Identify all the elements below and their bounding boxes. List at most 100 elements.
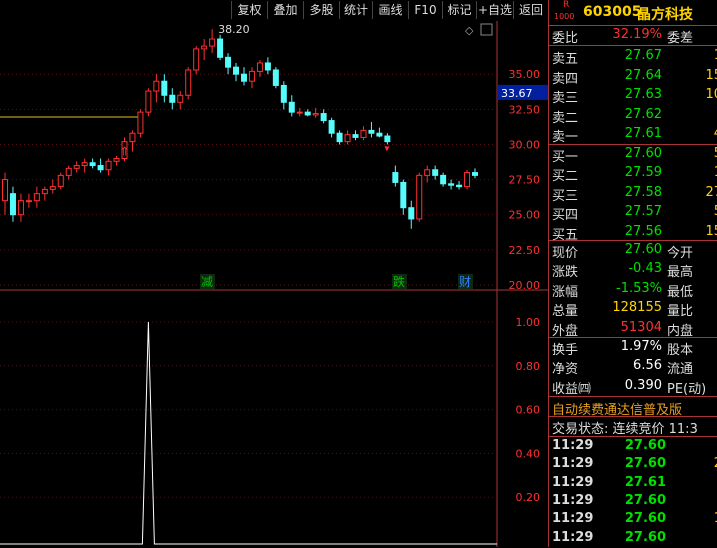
bid-row: 买二27.591 — [549, 164, 717, 184]
candle-body — [280, 84, 287, 103]
candle-body — [376, 132, 383, 137]
stat-label2: 最低 — [667, 284, 694, 300]
bid-row: 买五27.5615 — [549, 223, 717, 243]
candle-body — [408, 207, 415, 220]
candle-body — [185, 69, 192, 96]
candle-body — [464, 172, 471, 188]
fundamental-label: 收益㈣ — [552, 381, 592, 397]
toolbar: 复权 叠加 多股 统计 画线 F10 标记 +自选 返回 — [0, 0, 548, 21]
bid-row: 买三 27.58 27 — [549, 184, 717, 204]
candle-body — [217, 38, 224, 58]
ask-row: 卖五27.671 — [549, 47, 717, 67]
candle-body — [336, 132, 343, 143]
buy-arrow-icon: ⇑ — [119, 144, 129, 158]
stat-label: 外盘 — [552, 323, 579, 339]
stat-value: 51304 — [620, 319, 662, 335]
bid-volume: 15 — [705, 223, 717, 239]
candle-body — [368, 129, 375, 134]
candle-body — [432, 169, 439, 176]
candle-body — [49, 186, 56, 190]
fundamental-value: 1.97% — [620, 339, 662, 354]
restore-rights-button[interactable]: 复权 — [231, 1, 267, 19]
overlay-button[interactable]: 叠加 — [267, 1, 303, 19]
candle-body — [129, 132, 136, 143]
candle-body — [17, 200, 24, 216]
ask-price: 27.63 — [624, 87, 662, 103]
tick-price: 27.60 — [624, 438, 666, 453]
candle-body — [57, 174, 64, 188]
tick-time: 11:29 — [552, 438, 594, 453]
stat-label2: 最高 — [667, 265, 694, 281]
mark-button[interactable]: 标记 — [442, 1, 476, 19]
trade-status: 交易状态: 连续竞价 11:3 — [552, 422, 698, 437]
bid-label: 买一 — [552, 150, 579, 165]
tick-time: 11:29 — [552, 529, 594, 545]
bid-price: 27.56 — [624, 223, 662, 239]
statistics-button[interactable]: 统计 — [339, 1, 372, 19]
quote-panel: R 1000 603005 晶方科技 委比32.19%委差卖五27.671卖四2… — [548, 0, 717, 547]
candle-body — [472, 172, 478, 176]
weicha-label: 委差 — [667, 31, 694, 46]
event-marker-3: 财 — [459, 275, 471, 289]
candle-body — [81, 162, 88, 167]
candle-body — [105, 160, 112, 171]
fundamental-row: 收益㈣ 0.390 PE(动) — [549, 377, 717, 397]
price-axis-label: 32.50 — [509, 103, 541, 116]
stock-code: 603005 — [583, 4, 642, 20]
candle-body — [440, 174, 447, 185]
add-watchlist-button[interactable]: +自选 — [476, 1, 513, 19]
weibi-value: 32.19% — [612, 27, 662, 42]
tick-time: 11:29 — [552, 474, 594, 490]
candle-body — [416, 174, 423, 220]
ask-price: 27.64 — [624, 67, 662, 83]
draw-line-button[interactable]: 画线 — [372, 1, 408, 19]
tick-price: 27.60 — [624, 529, 666, 545]
stat-row: 涨幅 -1.53% 最低 — [549, 280, 717, 300]
candle-body — [320, 113, 327, 122]
candle-body — [177, 94, 184, 103]
candle-body — [296, 111, 303, 114]
fundamental-value: 6.56 — [633, 358, 662, 374]
indicator-axis-label: 0.40 — [516, 447, 541, 460]
promo-banner[interactable]: 自动续费通达信普及版 — [549, 398, 717, 418]
stat-label: 现价 — [552, 246, 579, 261]
candle-body — [360, 129, 367, 138]
stat-row: 外盘 51304 内盘 — [549, 319, 717, 339]
quote-header: R 1000 603005 晶方科技 — [549, 0, 717, 26]
candle-body — [89, 162, 96, 167]
tick-row: 11:29 27.60 — [549, 492, 717, 511]
tick-row: 11:29 27.61 — [549, 474, 717, 493]
stat-row: 现价 27.60 今开 — [549, 241, 717, 261]
tick-price: 27.61 — [624, 474, 666, 490]
candle-body — [272, 69, 279, 86]
candle-body — [25, 200, 32, 203]
stat-value: -0.43 — [628, 261, 662, 277]
ask-row: 卖二 27.62 — [549, 106, 717, 126]
trade-status-row: 交易状态: 连续竞价 11:3 — [549, 417, 717, 437]
stat-label2: 今开 — [667, 246, 694, 261]
fundamental-label: 换手 — [552, 343, 579, 358]
ask-volume: 10 — [705, 87, 717, 103]
indicator-axis-label: 0.20 — [516, 491, 541, 504]
tick-price: 27.60 — [624, 456, 666, 472]
ask-label: 卖五 — [552, 52, 579, 67]
tick-time: 11:29 — [552, 492, 594, 508]
candle-body — [233, 66, 240, 75]
indicator-axis-label: 1.00 — [516, 316, 541, 329]
candle-body — [225, 56, 232, 68]
candle-body — [201, 45, 208, 50]
multi-stock-button[interactable]: 多股 — [303, 1, 339, 19]
candle-body — [288, 101, 295, 113]
bid-row: 买一27.605 — [549, 145, 717, 165]
price-axis-label: 30.00 — [509, 138, 541, 151]
candle-body — [169, 94, 176, 103]
candle-body — [448, 183, 455, 186]
bid-price: 27.58 — [624, 184, 662, 200]
candle-body — [352, 134, 359, 138]
weibi-row: 委比 32.19% 委差 — [549, 26, 717, 46]
f10-button[interactable]: F10 — [408, 1, 442, 19]
candle-body — [193, 48, 200, 71]
back-button[interactable]: 返回 — [513, 1, 548, 19]
bid-volume: 27 — [705, 184, 717, 200]
exchange-badge-sub: 1000 — [554, 12, 575, 21]
